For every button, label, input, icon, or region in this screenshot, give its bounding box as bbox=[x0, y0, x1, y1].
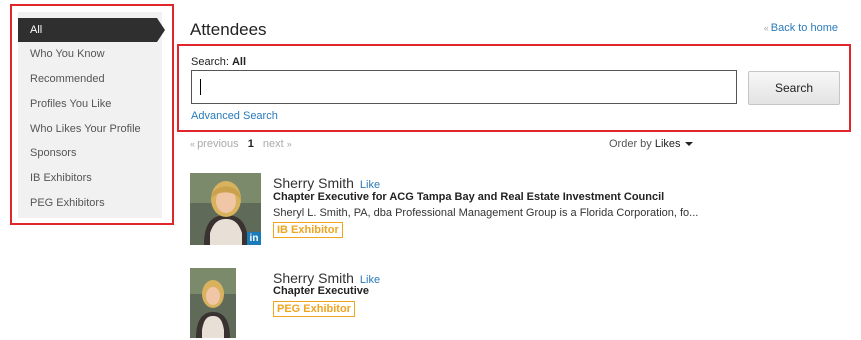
sidebar-item-profiles-you-like[interactable]: Profiles You Like bbox=[18, 92, 162, 116]
search-panel: Search: All Search Advanced Search bbox=[177, 44, 851, 132]
previous-page-link[interactable]: previous bbox=[197, 138, 239, 150]
prev-arrow-icon: ‹‹ bbox=[190, 139, 195, 149]
sidebar-item-all[interactable]: All bbox=[18, 18, 165, 42]
person-photo-icon bbox=[190, 268, 236, 338]
sidebar-nav: All Who You Know Recommended Profiles Yo… bbox=[18, 12, 165, 218]
search-input[interactable] bbox=[191, 70, 737, 104]
sidebar-item-peg-exhibitors[interactable]: PEG Exhibitors bbox=[18, 191, 162, 215]
attendee-title: Chapter Executive for ACG Tampa Bay and … bbox=[273, 191, 665, 203]
order-by-label: Order by bbox=[609, 138, 652, 150]
attendee-description: Sheryl L. Smith, PA, dba Professional Ma… bbox=[273, 207, 699, 219]
advanced-search-link[interactable]: Advanced Search bbox=[191, 110, 278, 122]
current-page: 1 bbox=[247, 138, 254, 150]
linkedin-icon[interactable]: in bbox=[247, 232, 261, 245]
next-page-link[interactable]: next bbox=[263, 138, 284, 150]
search-button[interactable]: Search bbox=[748, 71, 840, 105]
search-scope-prefix: Search: bbox=[191, 56, 229, 68]
profile-photo[interactable] bbox=[190, 268, 236, 338]
page-title: Attendees bbox=[190, 20, 267, 39]
attendee-name-row: Sherry Smith Like bbox=[273, 175, 380, 191]
pagination: ‹‹ previous 1 next ›› bbox=[190, 138, 292, 150]
sidebar-item-ib-exhibitors[interactable]: IB Exhibitors bbox=[18, 166, 162, 190]
back-to-home-link[interactable]: ‹‹ Back to home bbox=[764, 22, 838, 34]
chevron-down-icon bbox=[684, 142, 693, 147]
sidebar-item-recommended[interactable]: Recommended bbox=[18, 67, 162, 91]
sidebar-item-sponsors[interactable]: Sponsors bbox=[18, 141, 162, 165]
sidebar-item-who-likes-your-profile[interactable]: Who Likes Your Profile bbox=[18, 117, 162, 141]
like-link[interactable]: Like bbox=[360, 179, 380, 191]
attendee-name[interactable]: Sherry Smith bbox=[273, 175, 354, 191]
search-scope-value: All bbox=[231, 56, 247, 68]
attendee-title: Chapter Executive bbox=[273, 285, 369, 297]
order-by-dropdown[interactable]: Order by Likes bbox=[609, 138, 693, 150]
profile-photo[interactable]: in bbox=[190, 173, 261, 245]
sidebar-item-who-you-know[interactable]: Who You Know bbox=[18, 42, 162, 66]
attendee-card: in Sherry Smith Like Chapter Executive fo… bbox=[190, 173, 840, 249]
attendee-name[interactable]: Sherry Smith bbox=[273, 270, 354, 286]
exhibitor-badge: IB Exhibitor bbox=[273, 222, 343, 238]
exhibitor-badge: PEG Exhibitor bbox=[273, 301, 355, 317]
next-arrow-icon: ›› bbox=[286, 139, 292, 149]
back-arrow-icon: ‹‹ bbox=[763, 23, 769, 33]
attendee-card: Sherry Smith Like Chapter Executive PEG E… bbox=[190, 268, 840, 340]
attendee-name-row: Sherry Smith Like bbox=[273, 270, 380, 286]
back-to-home-label: Back to home bbox=[770, 22, 838, 34]
text-cursor bbox=[200, 79, 201, 95]
search-scope-label: Search: All bbox=[191, 56, 246, 68]
order-by-value: Likes bbox=[654, 138, 681, 150]
